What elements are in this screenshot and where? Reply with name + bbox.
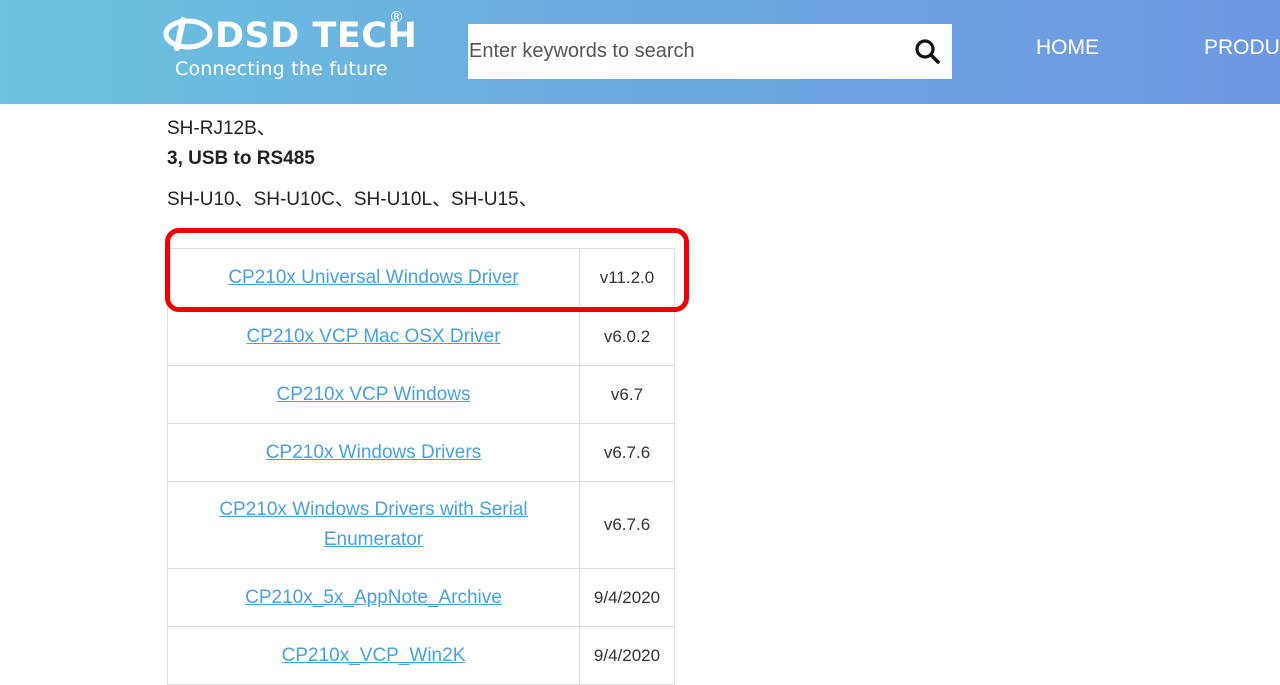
driver-version: v6.0.2 xyxy=(579,307,675,366)
logo-name: DSD TECH xyxy=(215,16,418,56)
driver-link-windows-drivers-serial-enumerator[interactable]: CP210x Windows Drivers with Serial Enume… xyxy=(219,495,527,555)
driver-name-cell: CP210x VCP Mac OSX Driver xyxy=(167,307,580,366)
driver-link-line-2: Enumerator xyxy=(323,529,424,550)
driver-name-cell: CP210x Windows Drivers xyxy=(167,423,580,482)
search-box xyxy=(468,24,952,79)
nav-products[interactable]: PRODU xyxy=(1204,36,1280,60)
table-row: CP210x VCP Mac OSX Driver v6.0.2 xyxy=(167,307,675,366)
table-row: CP210x Windows Drivers v6.7.6 xyxy=(167,423,675,482)
driver-version: v11.2.0 xyxy=(579,248,675,308)
driver-version: 9/4/2020 xyxy=(579,626,675,685)
driver-version: v6.7.6 xyxy=(579,481,675,569)
table-row: CP210x_VCP_Win2K 9/4/2020 xyxy=(167,626,675,685)
driver-name-cell: CP210x_5x_AppNote_Archive xyxy=(167,568,580,627)
nav-home[interactable]: HOME xyxy=(1036,36,1099,60)
search-icon[interactable] xyxy=(912,36,944,68)
dsd-tech-logo[interactable]: DSD TECH ® Connecting the future xyxy=(163,8,417,88)
driver-name-cell: CP210x Windows Drivers with Serial Enume… xyxy=(167,481,580,569)
driver-version: v6.7.6 xyxy=(579,423,675,482)
section-heading-usb-rs485: 3, USB to RS485 xyxy=(167,148,315,169)
driver-link-universal-windows[interactable]: CP210x Universal Windows Driver xyxy=(228,263,518,293)
table-row: CP210x VCP Windows v6.7 xyxy=(167,365,675,424)
registered-mark: ® xyxy=(389,8,404,26)
driver-link-windows-drivers[interactable]: CP210x Windows Drivers xyxy=(266,438,481,468)
logo-mark-icon xyxy=(163,17,213,51)
model-list-rj12: SH-RJ12B、 xyxy=(167,118,276,139)
driver-link-vcp-mac-osx[interactable]: CP210x VCP Mac OSX Driver xyxy=(246,322,500,352)
driver-version: 9/4/2020 xyxy=(579,568,675,627)
driver-name-cell: CP210x Universal Windows Driver xyxy=(167,248,580,308)
drivers-table: CP210x Universal Windows Driver v11.2.0 … xyxy=(167,248,675,685)
driver-name-cell: CP210x_VCP_Win2K xyxy=(167,626,580,685)
table-row: CP210x Windows Drivers with Serial Enume… xyxy=(167,481,675,569)
driver-link-vcp-win2k[interactable]: CP210x_VCP_Win2K xyxy=(282,641,466,671)
logo-tagline: Connecting the future xyxy=(175,58,388,80)
driver-link-line-1: CP210x Windows Drivers with Serial xyxy=(219,499,528,520)
driver-version: v6.7 xyxy=(579,365,675,424)
site-header: DSD TECH ® Connecting the future HOME PR… xyxy=(0,0,1280,104)
table-row: CP210x_5x_AppNote_Archive 9/4/2020 xyxy=(167,568,675,627)
model-list-rs485: SH-U10、SH-U10C、SH-U10L、SH-U15、 xyxy=(167,189,538,210)
driver-name-cell: CP210x VCP Windows xyxy=(167,365,580,424)
driver-link-vcp-windows[interactable]: CP210x VCP Windows xyxy=(277,380,471,410)
search-input[interactable] xyxy=(468,24,909,79)
table-row: CP210x Universal Windows Driver v11.2.0 xyxy=(167,248,675,308)
driver-link-appnote-archive[interactable]: CP210x_5x_AppNote_Archive xyxy=(245,583,502,613)
